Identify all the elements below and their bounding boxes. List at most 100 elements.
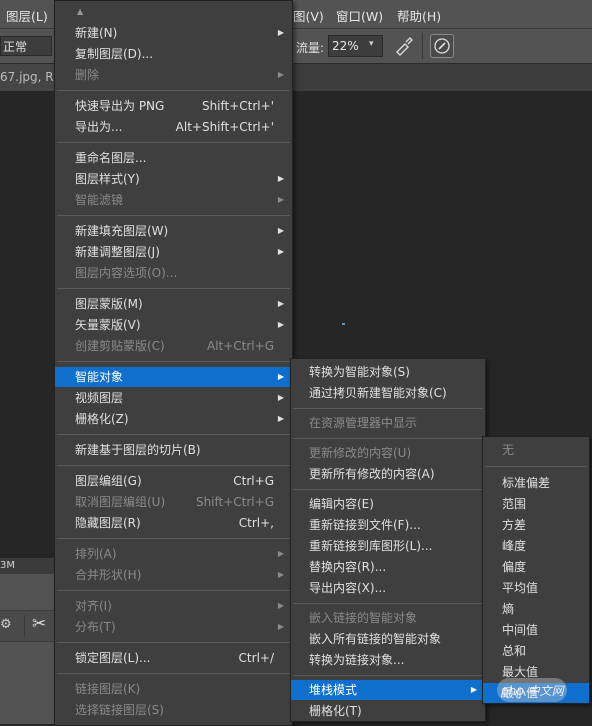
menu-item-label: 平均值 — [502, 581, 539, 595]
layer-menu-item-25[interactable]: 图层编组(G) Ctrl+G — [55, 471, 292, 491]
submenu-arrow-icon: ▶ — [277, 174, 284, 183]
layer-menu-item-26[interactable]: 取消图层编组(U) Shift+Ctrl+G — [55, 492, 292, 512]
layer-menu-item-11[interactable]: 新建填充图层(W) ▶ — [55, 221, 292, 241]
smart-object-menu-item-10[interactable]: 重新链接到库图形(L)... — [291, 536, 485, 556]
stack-mode-menu-item-4[interactable]: 方差 — [483, 515, 589, 535]
stack-mode-menu-item-0[interactable]: 无 — [483, 440, 589, 460]
layer-menu-item-9[interactable]: 智能滤镜 ▶ — [55, 190, 292, 210]
layer-menu-item-17[interactable]: 创建剪贴蒙版(C) Alt+Ctrl+G — [55, 336, 292, 356]
flow-input[interactable]: 22% ▾ — [328, 35, 383, 57]
menu-item-label: 图层内容选项(O)... — [75, 266, 178, 280]
layer-menu-item-2[interactable]: 删除 ▶ — [55, 65, 292, 85]
stack-mode-menu-item-5[interactable]: 峰度 — [483, 536, 589, 556]
menu-separator — [57, 215, 290, 216]
smart-object-menu-item-3[interactable]: 在资源管理器中显示 — [291, 413, 485, 433]
layer-menu-item-21[interactable]: 栅格化(Z) ▶ — [55, 409, 292, 429]
layer-menu-item-35[interactable]: 锁定图层(L)... Ctrl+/ — [55, 648, 292, 668]
menu-item-label: 新建填充图层(W) — [75, 224, 169, 238]
smart-object-menu-item-0[interactable]: 转换为智能对象(S) — [291, 362, 485, 382]
menu-item-label: 图层编组(G) — [75, 474, 142, 488]
layer-menu-item-37[interactable]: 链接图层(K) — [55, 679, 292, 699]
menu-separator — [293, 603, 483, 604]
layer-menu-item-38[interactable]: 选择链接图层(S) — [55, 700, 292, 720]
scroll-up-icon[interactable]: ▲ — [77, 7, 83, 16]
layer-menu-item-13[interactable]: 图层内容选项(O)... — [55, 263, 292, 283]
panel-toolbar: ⚙ ✂ — [0, 610, 56, 642]
menu-help[interactable]: 帮助(H) — [397, 6, 441, 25]
layer-menu-item-7[interactable]: 重命名图层... — [55, 148, 292, 168]
stack-mode-menu-item-8[interactable]: 熵 — [483, 599, 589, 619]
layer-menu-item-0[interactable]: 新建(N) ▶ — [55, 23, 292, 43]
smart-object-menu-item-9[interactable]: 重新链接到文件(F)... — [291, 515, 485, 535]
blend-mode-select[interactable]: 正常 — [0, 36, 52, 56]
menu-item-label: 总和 — [502, 644, 527, 658]
smart-object-menu-item-11[interactable]: 替换内容(R)... — [291, 557, 485, 577]
chevron-down-icon[interactable]: ▾ — [369, 39, 374, 49]
menu-item-label: 嵌入所有链接的智能对象 — [309, 632, 442, 646]
stack-mode-menu-item-11[interactable]: 最大值 — [483, 662, 589, 682]
menu-item-label: 在资源管理器中显示 — [309, 416, 418, 430]
menu-item-label: 转换为智能对象(S) — [309, 365, 410, 379]
pressure-icon[interactable] — [430, 34, 454, 58]
submenu-arrow-icon: ▶ — [277, 195, 284, 204]
smart-object-menu-item-8[interactable]: 编辑内容(E) — [291, 494, 485, 514]
menu-item-label: 导出内容(X)... — [309, 581, 387, 595]
submenu-arrow-icon: ▶ — [277, 226, 284, 235]
layer-menu-item-15[interactable]: 图层蒙版(M) ▶ — [55, 294, 292, 314]
stack-mode-menu-item-3[interactable]: 范围 — [483, 494, 589, 514]
stack-mode-menu-item-9[interactable]: 中间值 — [483, 620, 589, 640]
menu-item-shortcut: Shift+Ctrl+' — [201, 99, 274, 113]
menu-item-label: 编辑内容(E) — [309, 497, 374, 511]
menu-item-label: 链接图层(K) — [75, 682, 141, 696]
smart-object-menu-item-1[interactable]: 通过拷贝新建智能对象(C) — [291, 383, 485, 403]
menu-separator — [57, 590, 290, 591]
scissors-icon[interactable]: ✂ — [32, 614, 46, 634]
stack-mode-submenu: 无标准偏差 范围 方差 峰度 偏度 平均值熵中间值 总和 最大值 最小值 php 中文网 — [482, 436, 590, 704]
layer-menu-item-5[interactable]: 导出为... Alt+Shift+Ctrl+' — [55, 117, 292, 137]
document-tab[interactable]: 67.jpg, RG — [0, 64, 63, 91]
stack-mode-menu-item-7[interactable]: 平均值 — [483, 578, 589, 598]
menu-view[interactable]: 图(V) — [293, 6, 324, 25]
layer-menu-item-19[interactable]: 智能对象 ▶ — [55, 367, 292, 387]
menu-separator — [293, 438, 483, 439]
layer-menu-item-30[interactable]: 合并形状(H) ▶ — [55, 565, 292, 585]
layer-menu-item-23[interactable]: 新建基于图层的切片(B) — [55, 440, 292, 460]
smart-object-menu-item-6[interactable]: 更新所有修改的内容(A) — [291, 464, 485, 484]
layer-menu-item-12[interactable]: 新建调整图层(J) ▶ — [55, 242, 292, 262]
stack-mode-menu-item-10[interactable]: 总和 — [483, 641, 589, 661]
stack-mode-menu-item-2[interactable]: 标准偏差 — [483, 473, 589, 493]
layer-menu-item-1[interactable]: 复制图层(D)... — [55, 44, 292, 64]
submenu-arrow-icon: ▶ — [277, 299, 284, 308]
layer-menu-item-16[interactable]: 矢量蒙版(V) ▶ — [55, 315, 292, 335]
submenu-arrow-icon: ▶ — [277, 320, 284, 329]
menu-item-label: 中间值 — [502, 623, 539, 637]
menu-item-label: 视频图层 — [75, 391, 124, 405]
layer-menu-item-29[interactable]: 排列(A) ▶ — [55, 544, 292, 564]
stack-mode-menu-item-12[interactable]: 最小值 — [483, 683, 589, 703]
stack-mode-menu-item-6[interactable]: 偏度 — [483, 557, 589, 577]
layer-menu-item-8[interactable]: 图层样式(Y) ▶ — [55, 169, 292, 189]
gear-icon[interactable]: ⚙ — [0, 617, 12, 632]
layer-menu-item-33[interactable]: 分布(T) ▶ — [55, 617, 292, 637]
menu-item-label: 快速导出为 PNG — [75, 99, 165, 113]
smart-object-menu-item-5[interactable]: 更新修改的内容(U) — [291, 443, 485, 463]
smart-object-menu-item-14[interactable]: 嵌入链接的智能对象 — [291, 608, 485, 628]
menu-item-label: 新建调整图层(J) — [75, 245, 160, 259]
smart-object-menu-item-19[interactable]: 栅格化(T) — [291, 701, 485, 721]
layer-menu-item-20[interactable]: 视频图层 ▶ — [55, 388, 292, 408]
menu-item-shortcut: Ctrl+/ — [238, 651, 274, 665]
layer-menu-item-32[interactable]: 对齐(I) ▶ — [55, 596, 292, 616]
smart-object-menu-item-18[interactable]: 堆栈模式 ▶ — [291, 680, 485, 700]
menu-layer[interactable]: 图层(L) — [6, 6, 48, 25]
smart-object-menu-item-16[interactable]: 转换为链接对象... — [291, 650, 485, 670]
airbrush-icon[interactable] — [394, 36, 414, 56]
smart-object-menu-item-15[interactable]: 嵌入所有链接的智能对象 — [291, 629, 485, 649]
menu-item-label: 智能对象 — [75, 370, 124, 384]
menu-window[interactable]: 窗口(W) — [336, 6, 383, 25]
layer-menu-item-27[interactable]: 隐藏图层(R) Ctrl+, — [55, 513, 292, 533]
smart-object-submenu: 转换为智能对象(S) 通过拷贝新建智能对象(C) 在资源管理器中显示更新修改的内容(… — [290, 358, 486, 722]
submenu-arrow-icon: ▶ — [277, 70, 284, 79]
smart-object-menu-item-12[interactable]: 导出内容(X)... — [291, 578, 485, 598]
layer-menu-item-4[interactable]: 快速导出为 PNG Shift+Ctrl+' — [55, 96, 292, 116]
menu-item-label: 栅格化(T) — [309, 704, 362, 718]
